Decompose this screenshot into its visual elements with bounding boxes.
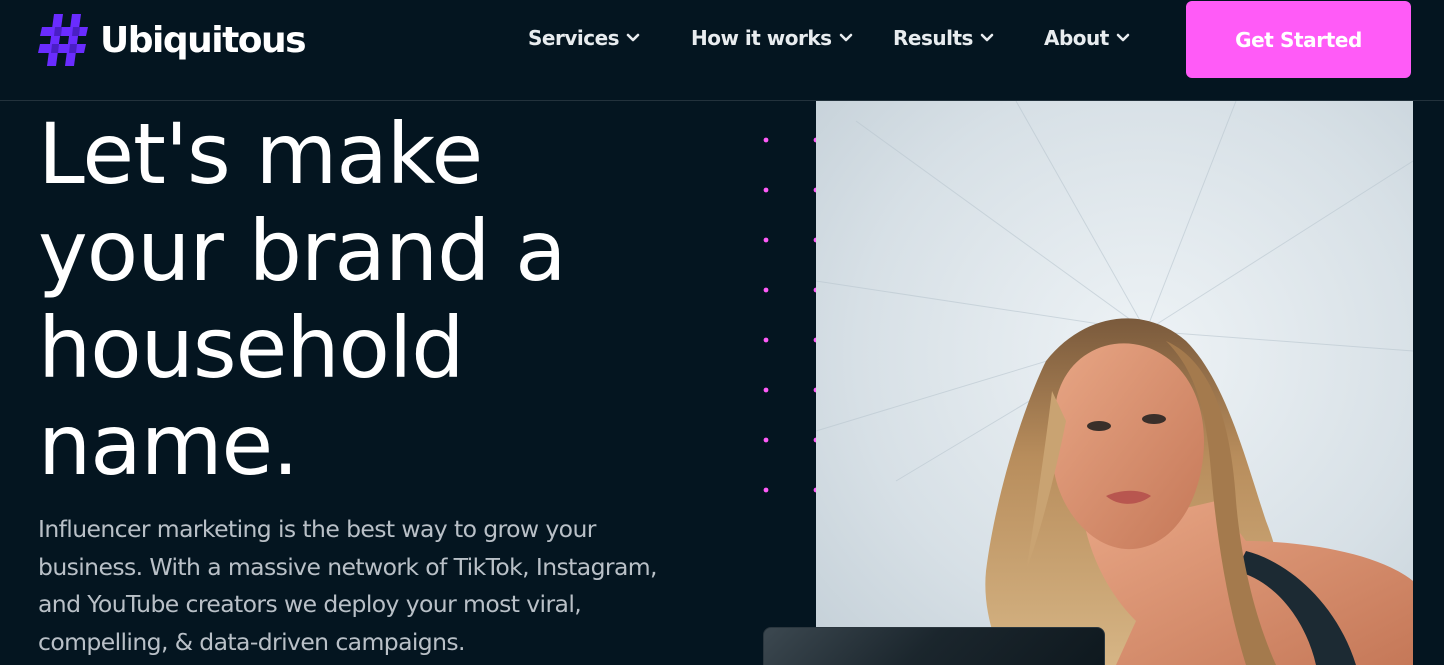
nav-item-results[interactable]: Results [893,26,994,50]
hero-title-line: household [38,299,465,397]
hero-title-line: your brand a [38,202,567,300]
hero-title-line: Let's make [38,105,483,203]
hero-title: Let's make your brand a household name. [38,106,678,494]
chevron-down-icon [626,33,640,42]
hash-icon [38,14,88,66]
nav-item-how-it-works[interactable]: How it works [691,26,853,50]
chevron-down-icon [839,33,852,42]
nav-item-services[interactable]: Services [528,26,640,50]
brand-logo[interactable]: Ubiquitous [38,14,307,66]
nav-item-about[interactable]: About [1044,26,1130,50]
floating-card [763,627,1105,665]
hero-photo [816,101,1413,665]
hero-title-line: name. [38,396,299,494]
get-started-button[interactable]: Get Started [1186,1,1411,78]
chevron-down-icon [1116,33,1130,42]
hero-subtitle: Influencer marketing is the best way to … [38,515,658,656]
nav-item-label: Results [893,26,973,50]
nav-item-label: Services [528,26,620,50]
site-header: Ubiquitous Services How it works Results… [0,0,1444,101]
nav-item-label: How it works [691,26,832,50]
chevron-down-icon [980,33,994,42]
landing-page: Ubiquitous Services How it works Results… [0,0,1444,665]
hero-photo-illustration [816,101,1413,665]
brand-name: Ubiquitous [100,19,307,61]
nav-item-label: About [1044,26,1109,50]
